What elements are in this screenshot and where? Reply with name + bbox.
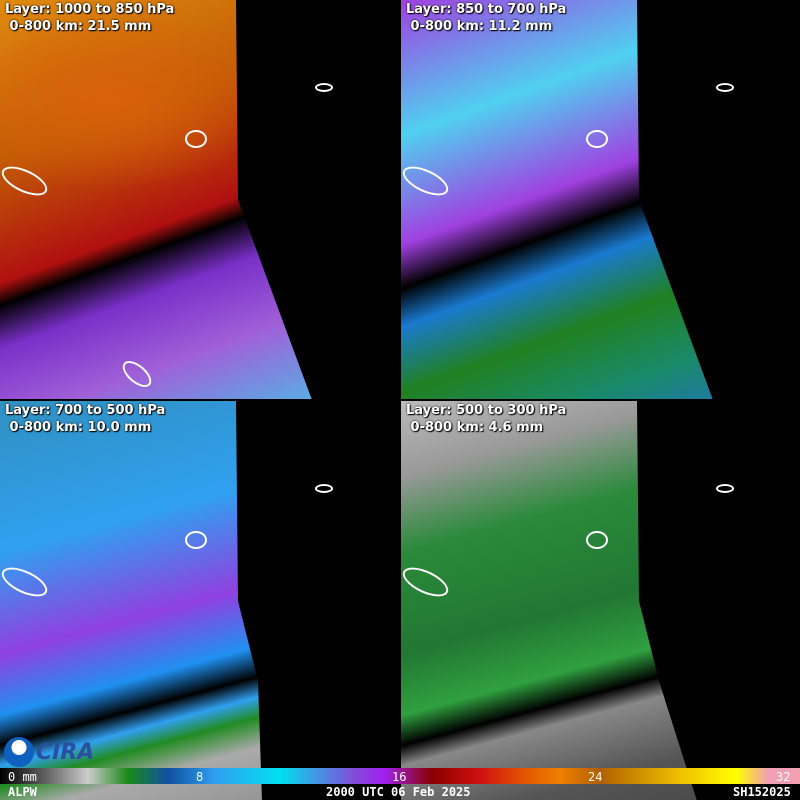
- colorbar-tick: 8: [196, 770, 204, 784]
- coastline: [586, 531, 608, 549]
- coastline: [185, 531, 207, 549]
- tpw-swath: [401, 401, 697, 800]
- coastline: [315, 484, 333, 493]
- panel-title: Layer: 700 to 500 hPa 0-800 km: 10.0 mm: [5, 403, 166, 435]
- product-name: ALPW: [8, 785, 37, 799]
- coastline: [716, 83, 734, 92]
- panel-500-300hpa: Layer: 500 to 300 hPa 0-800 km: 4.6 mm: [401, 401, 800, 800]
- colorbar-tick: 32: [776, 770, 791, 784]
- tpw-swath: [401, 0, 713, 399]
- tpw-swath: [0, 0, 312, 399]
- coastline: [315, 83, 333, 92]
- noaa-logo-icon: [4, 737, 34, 767]
- panel-title: Layer: 500 to 300 hPa 0-800 km: 4.6 mm: [406, 403, 567, 435]
- colorbar-tick: 24: [588, 770, 603, 784]
- noaa-cira-logo: CIRA: [4, 737, 94, 767]
- colorbar-tick: 16: [392, 770, 407, 784]
- coastline: [716, 484, 734, 493]
- panel-850-700hpa: Layer: 850 to 700 hPa 0-800 km: 11.2 mm: [401, 0, 800, 399]
- coastline: [185, 130, 207, 148]
- colorbar-tick: 0 mm: [8, 770, 37, 784]
- coastline: [586, 130, 608, 148]
- storm-id: SH152025: [733, 785, 791, 799]
- timestamp: 2000 UTC 06 Feb 2025: [326, 785, 471, 799]
- panel-title: Layer: 1000 to 850 hPa 0-800 km: 21.5 mm: [5, 2, 175, 34]
- panel-title: Layer: 850 to 700 hPa 0-800 km: 11.2 mm: [406, 2, 567, 34]
- panel-1000-850hpa: Layer: 1000 to 850 hPa 0-800 km: 21.5 mm: [0, 0, 399, 399]
- cira-logo: CIRA: [36, 739, 95, 765]
